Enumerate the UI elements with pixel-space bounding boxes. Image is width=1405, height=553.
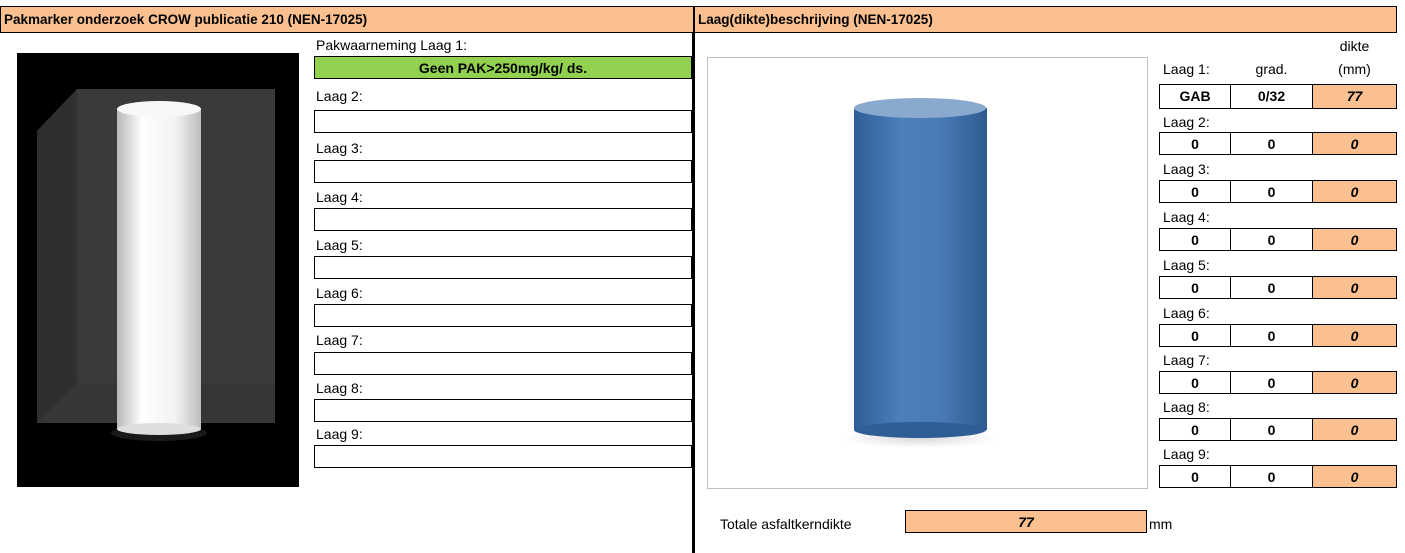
layer-grad-cell[interactable]: 0 [1230, 276, 1313, 299]
right-panel-title: Laag(dikte)beschrijving (NEN-17025) [694, 6, 1397, 33]
cylinder-white-image [37, 89, 275, 441]
right-layer-label: Laag 1: [1163, 61, 1210, 77]
left-layer-label: Laag 7: [316, 332, 363, 348]
layer-type-cell[interactable]: 0 [1159, 228, 1231, 251]
left-layer-label: Laag 9: [316, 426, 363, 442]
dikte-header-line1: dikte [1339, 38, 1370, 54]
left-layer-field[interactable] [314, 352, 692, 375]
left-layer-label: Laag 5: [316, 237, 363, 253]
layer-type-cell[interactable]: 0 [1159, 418, 1231, 441]
layer-grad-cell[interactable]: 0 [1230, 324, 1313, 347]
total-thickness-label: Totale asfaltkerndikte [720, 516, 852, 532]
right-layer-label: Laag 2: [1163, 114, 1210, 130]
total-thickness-value[interactable]: 77 [905, 510, 1147, 533]
layer-dikte-cell[interactable]: 0 [1312, 228, 1397, 251]
layer-grad-cell[interactable]: 0 [1230, 371, 1313, 394]
layer-grad-cell[interactable]: 0 [1230, 132, 1313, 155]
layer-grad-cell[interactable]: 0/32 [1230, 84, 1313, 109]
layer-dikte-cell[interactable]: 0 [1312, 465, 1397, 488]
layer-dikte-cell[interactable]: 0 [1312, 276, 1397, 299]
left-layer-field[interactable] [314, 110, 692, 133]
layer-type-cell[interactable]: 0 [1159, 465, 1231, 488]
left-layer-field[interactable] [314, 399, 692, 422]
right-layer-label: Laag 5: [1163, 257, 1210, 273]
layer-grad-cell[interactable]: 0 [1230, 180, 1313, 203]
cylinder-blue-image [842, 98, 998, 448]
left-layer-field[interactable] [314, 208, 692, 231]
layer-dikte-cell[interactable]: 0 [1312, 324, 1397, 347]
right-layer-label: Laag 6: [1163, 305, 1210, 321]
pak-observation-label: Pakwaarneming Laag 1: [316, 37, 467, 53]
layer1-pak-result[interactable]: Geen PAK>250mg/kg/ ds. [314, 56, 692, 79]
left-layer-label: Laag 8: [316, 380, 363, 396]
layer-type-cell[interactable]: 0 [1159, 371, 1231, 394]
right-layer-label: Laag 9: [1163, 446, 1210, 462]
layer-dikte-cell[interactable]: 0 [1312, 371, 1397, 394]
grad-header: grad. [1255, 61, 1288, 77]
layer-type-cell[interactable]: 0 [1159, 132, 1231, 155]
layer-type-cell[interactable]: 0 [1159, 276, 1231, 299]
left-layer-field[interactable] [314, 256, 692, 279]
layer-dikte-cell[interactable]: 0 [1312, 418, 1397, 441]
layer-dikte-cell[interactable]: 77 [1312, 84, 1397, 109]
layer-type-cell[interactable]: 0 [1159, 324, 1231, 347]
layer-grad-cell[interactable]: 0 [1230, 228, 1313, 251]
left-layer-label: Laag 4: [316, 189, 363, 205]
total-thickness-unit: mm [1149, 516, 1173, 532]
left-layer-label: Laag 6: [316, 285, 363, 301]
dikte-header-line2: (mm) [1338, 61, 1371, 77]
left-layer-field[interactable] [314, 445, 692, 468]
right-layer-label: Laag 4: [1163, 209, 1210, 225]
layer-grad-cell[interactable]: 0 [1230, 418, 1313, 441]
right-layer-label: Laag 8: [1163, 399, 1210, 415]
layer-dikte-cell[interactable]: 0 [1312, 180, 1397, 203]
left-panel-title: Pakmarker onderzoek CROW publicatie 210 … [0, 6, 694, 33]
layer-thickness-image [707, 57, 1148, 489]
layer-dikte-cell[interactable]: 0 [1312, 132, 1397, 155]
layer-type-cell[interactable]: GAB [1159, 84, 1231, 109]
layer-grad-cell[interactable]: 0 [1230, 465, 1313, 488]
left-layer-label: Laag 3: [316, 140, 363, 156]
layer-type-cell[interactable]: 0 [1159, 180, 1231, 203]
right-layer-label: Laag 7: [1163, 352, 1210, 368]
right-layer-label: Laag 3: [1163, 161, 1210, 177]
left-layer-field[interactable] [314, 304, 692, 327]
left-layer-field[interactable] [314, 160, 692, 183]
left-layer-label: Laag 2: [316, 88, 363, 104]
panel-divider [692, 33, 695, 553]
core-sample-image [17, 53, 299, 487]
